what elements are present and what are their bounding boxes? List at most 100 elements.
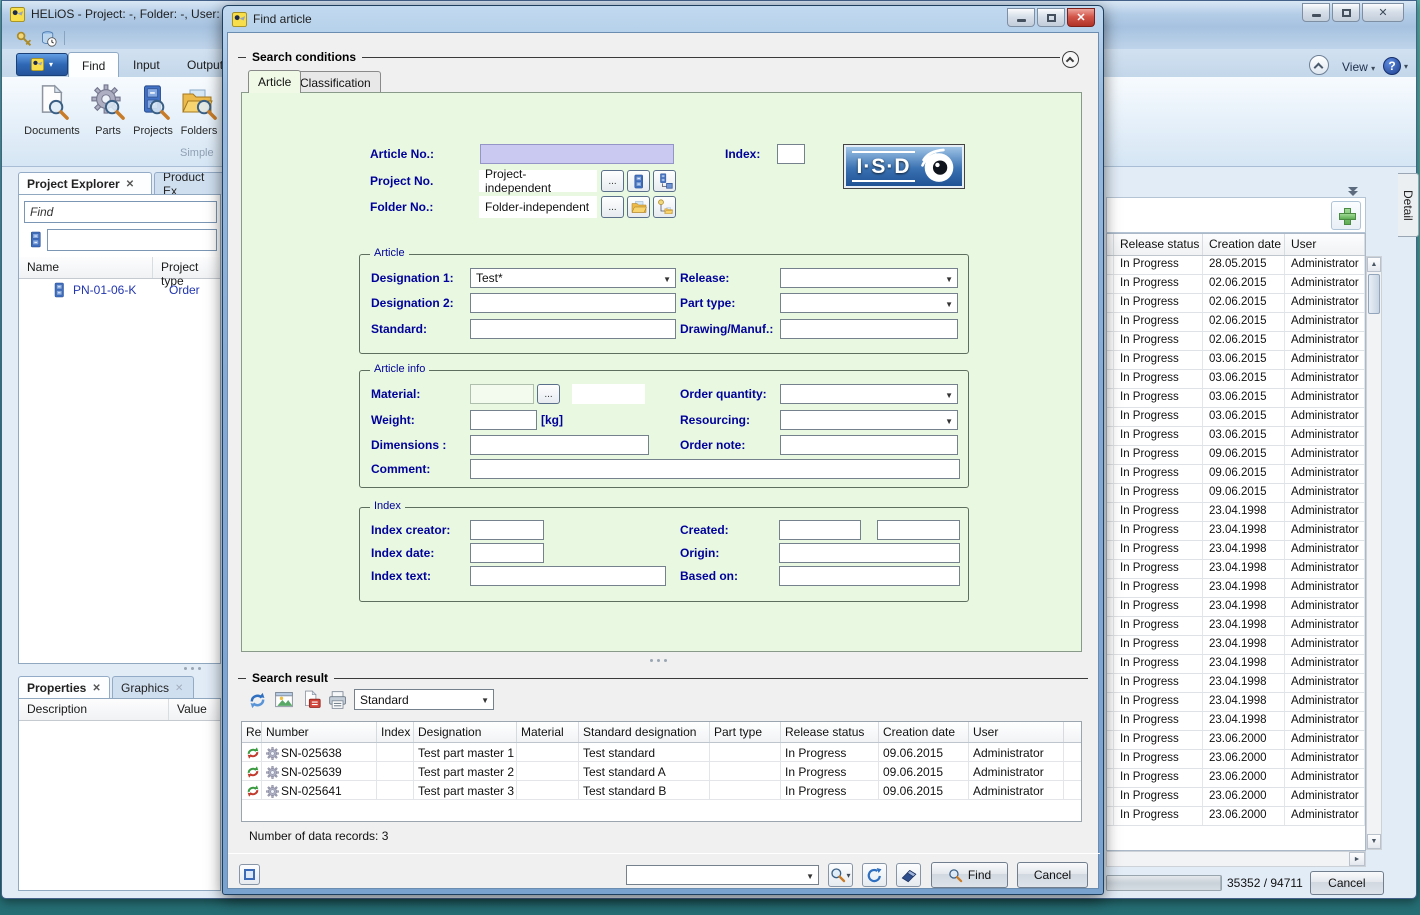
created-from-input[interactable] bbox=[779, 520, 861, 540]
result-row[interactable]: In Progress 23.04.1998 Administrator bbox=[1107, 598, 1365, 617]
column-header-project-type[interactable]: Project type bbox=[153, 257, 220, 278]
project-browse-button[interactable]: ... bbox=[601, 170, 624, 192]
find-documents-button[interactable]: Documents bbox=[18, 84, 86, 137]
save-search-button[interactable]: ▾ bbox=[828, 863, 853, 887]
find-button[interactable]: Find bbox=[931, 862, 1008, 888]
search-result-row[interactable]: SN-025638 Test part master 1 Test standa… bbox=[242, 743, 1081, 762]
project-cabinet-icon[interactable] bbox=[27, 231, 44, 248]
tab-article[interactable]: Article bbox=[248, 70, 301, 93]
explorer-filter-input[interactable] bbox=[47, 229, 217, 251]
close-icon[interactable]: ✕ bbox=[175, 683, 183, 694]
splitter-grip[interactable] bbox=[184, 667, 201, 670]
project-cabinet-button[interactable] bbox=[627, 170, 650, 192]
result-row[interactable]: In Progress 03.06.2015 Administrator bbox=[1107, 389, 1365, 408]
refresh-results-button[interactable] bbox=[245, 689, 269, 711]
result-row[interactable]: In Progress 03.06.2015 Administrator bbox=[1107, 427, 1365, 446]
application-menu-button[interactable]: ▾ bbox=[16, 53, 68, 76]
close-icon[interactable]: ✕ bbox=[126, 179, 134, 190]
column-header-name[interactable]: Name bbox=[19, 257, 153, 278]
result-row[interactable]: In Progress 23.06.2000 Administrator bbox=[1107, 731, 1365, 750]
index-input[interactable] bbox=[777, 144, 805, 164]
result-row[interactable]: In Progress 23.04.1998 Administrator bbox=[1107, 712, 1365, 731]
ribbon-tab-find[interactable]: Find bbox=[68, 52, 119, 78]
result-row[interactable]: In Progress 23.06.2000 Administrator bbox=[1107, 788, 1365, 807]
explorer-find-input[interactable] bbox=[24, 201, 217, 223]
help-dropdown-icon[interactable]: ▾ bbox=[1404, 62, 1408, 71]
column-header-creation-date[interactable]: Creation date bbox=[1203, 234, 1285, 255]
tab-detail[interactable]: Detail bbox=[1398, 173, 1419, 237]
preview-button[interactable] bbox=[272, 689, 296, 711]
dialog-options-button[interactable] bbox=[239, 864, 260, 885]
result-row[interactable]: In Progress 23.06.2000 Administrator bbox=[1107, 807, 1365, 826]
result-layout-combo[interactable]: Standard ▼ bbox=[354, 689, 494, 710]
tab-project-explorer[interactable]: Project Explorer ✕ bbox=[18, 172, 152, 195]
dialog-titlebar[interactable]: Find article ✕ bbox=[223, 6, 1103, 32]
part-type-combo[interactable]: ▼ bbox=[780, 293, 958, 313]
resourcing-combo[interactable]: ▼ bbox=[780, 410, 958, 430]
result-row[interactable]: In Progress 02.06.2015 Administrator bbox=[1107, 294, 1365, 313]
drawing-input[interactable] bbox=[780, 319, 958, 339]
result-row[interactable]: In Progress 03.06.2015 Administrator bbox=[1107, 370, 1365, 389]
folder-browse-button[interactable]: ... bbox=[601, 196, 624, 218]
column-header-user[interactable]: User bbox=[969, 722, 1064, 742]
index-creator-input[interactable] bbox=[470, 520, 544, 540]
column-header-release-status[interactable]: Release status bbox=[1114, 234, 1203, 255]
order-note-input[interactable] bbox=[780, 435, 958, 455]
index-text-input[interactable] bbox=[470, 566, 666, 586]
search-result-row[interactable]: SN-025639 Test part master 2 Test standa… bbox=[242, 762, 1081, 781]
result-row[interactable]: In Progress 09.06.2015 Administrator bbox=[1107, 484, 1365, 503]
result-row[interactable]: In Progress 03.06.2015 Administrator bbox=[1107, 408, 1365, 427]
result-row[interactable]: In Progress 23.04.1998 Administrator bbox=[1107, 693, 1365, 712]
folder-structure-button[interactable] bbox=[653, 196, 676, 218]
origin-input[interactable] bbox=[779, 543, 960, 563]
weight-input[interactable] bbox=[470, 410, 537, 430]
main-minimize-button[interactable] bbox=[1302, 3, 1330, 22]
result-row[interactable]: In Progress 02.06.2015 Administrator bbox=[1107, 313, 1365, 332]
vertical-scrollbar[interactable]: ▲ ▼ bbox=[1366, 256, 1382, 850]
result-row[interactable]: In Progress 23.04.1998 Administrator bbox=[1107, 636, 1365, 655]
find-folders-button[interactable]: Folders bbox=[176, 84, 222, 137]
add-button[interactable] bbox=[1331, 201, 1361, 230]
find-field[interactable] bbox=[30, 205, 211, 219]
ribbon-tab-input[interactable]: Input bbox=[120, 52, 173, 78]
column-header-part-type[interactable]: Part type bbox=[710, 722, 781, 742]
designation2-input[interactable] bbox=[470, 293, 676, 313]
dialog-minimize-button[interactable] bbox=[1007, 8, 1035, 27]
load-cancel-button[interactable]: Cancel bbox=[1310, 871, 1384, 895]
scroll-down-button[interactable]: ▼ bbox=[1367, 834, 1381, 849]
project-row[interactable]: PN-01-06-K Order bbox=[19, 279, 220, 301]
tab-graphics[interactable]: Graphics ✕ bbox=[112, 676, 194, 699]
result-row[interactable]: In Progress 23.04.1998 Administrator bbox=[1107, 522, 1365, 541]
result-row[interactable]: In Progress 02.06.2015 Administrator bbox=[1107, 332, 1365, 351]
result-row[interactable]: In Progress 23.04.1998 Administrator bbox=[1107, 674, 1365, 693]
comment-input[interactable] bbox=[470, 459, 960, 479]
result-row[interactable]: In Progress 23.04.1998 Administrator bbox=[1107, 579, 1365, 598]
result-row[interactable]: In Progress 09.06.2015 Administrator bbox=[1107, 446, 1365, 465]
index-date-input[interactable] bbox=[470, 543, 544, 563]
column-header-designation[interactable]: Designation bbox=[414, 722, 517, 742]
clear-fields-button[interactable] bbox=[896, 863, 921, 887]
material-browse-button[interactable]: ... bbox=[537, 384, 560, 404]
collapse-section-button[interactable] bbox=[1062, 51, 1079, 68]
login-key-icon[interactable] bbox=[16, 30, 33, 47]
help-button[interactable]: ? bbox=[1383, 57, 1401, 75]
ribbon-collapse-button[interactable] bbox=[1309, 55, 1329, 75]
result-row[interactable]: In Progress 23.06.2000 Administrator bbox=[1107, 750, 1365, 769]
result-row[interactable]: In Progress 23.04.1998 Administrator bbox=[1107, 617, 1365, 636]
result-row[interactable]: In Progress 23.04.1998 Administrator bbox=[1107, 503, 1365, 522]
based-on-input[interactable] bbox=[779, 566, 960, 586]
main-close-button[interactable]: ✕ bbox=[1362, 3, 1404, 22]
project-structure-button[interactable] bbox=[653, 170, 676, 192]
result-row[interactable]: In Progress 23.04.1998 Administrator bbox=[1107, 560, 1365, 579]
cancel-button[interactable]: Cancel bbox=[1017, 862, 1088, 888]
result-row[interactable]: In Progress 23.06.2000 Administrator bbox=[1107, 769, 1365, 788]
column-header-creation-date[interactable]: Creation date bbox=[879, 722, 969, 742]
result-row[interactable]: In Progress 28.05.2015 Administrator bbox=[1107, 256, 1365, 275]
created-to-input[interactable] bbox=[877, 520, 960, 540]
column-header-material[interactable]: Material bbox=[517, 722, 579, 742]
article-no-input[interactable] bbox=[480, 144, 674, 164]
column-header-standard-designation[interactable]: Standard designation bbox=[579, 722, 710, 742]
column-header-description[interactable]: Description bbox=[19, 699, 169, 720]
tab-properties[interactable]: Properties ✕ bbox=[18, 676, 110, 699]
filter-field[interactable] bbox=[53, 233, 211, 247]
